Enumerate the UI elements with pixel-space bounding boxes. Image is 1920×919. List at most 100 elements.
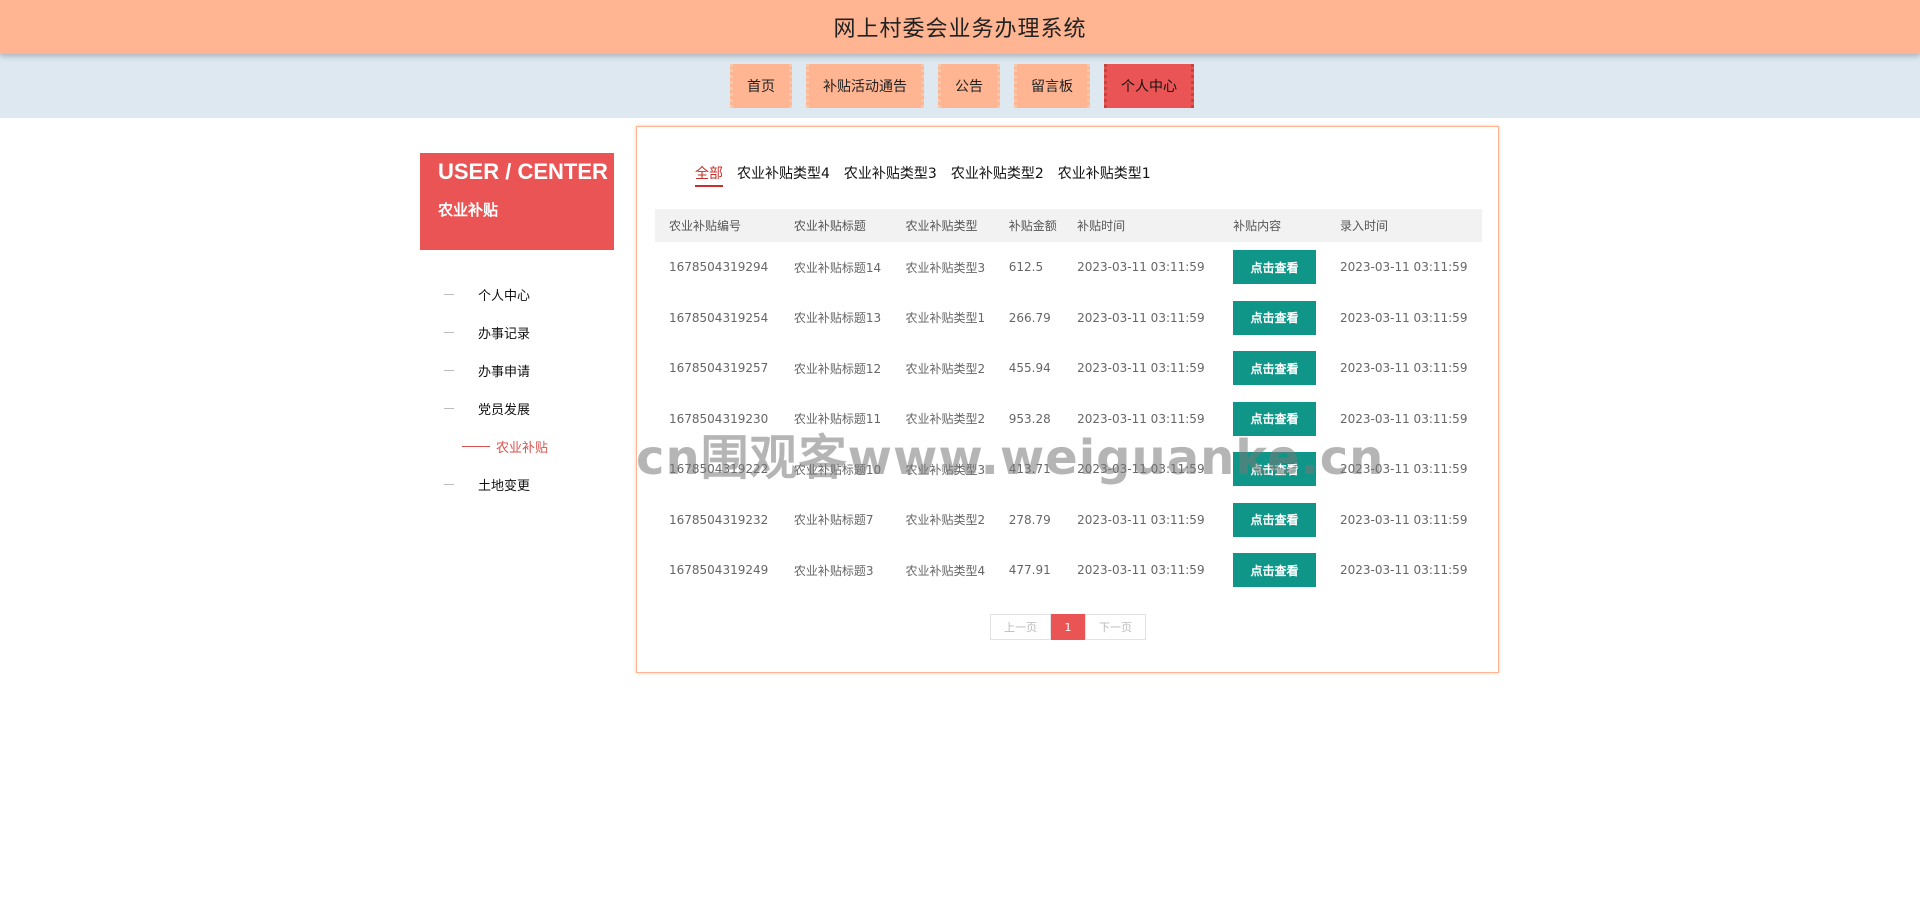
category-tabs: 全部 农业补贴类型4 农业补贴类型3 农业补贴类型2 农业补贴类型1 <box>695 163 1151 187</box>
cell-created: 2023-03-11 03:11:59 <box>1340 512 1468 527</box>
cell-amount: 953.28 <box>1008 411 1051 426</box>
table-row: 1678504319222 农业补贴标题10 农业补贴类型3 413.71 2023-0… <box>655 444 1482 495</box>
sidebar-item-0[interactable]: 个人中心 <box>420 275 614 313</box>
column-header: 农业补贴编号 <box>669 219 742 233</box>
sidebar-subitem-4[interactable]: 农业补贴 <box>420 427 614 465</box>
table-row: 1678504319294 农业补贴标题14 农业补贴类型3 612.5 2023-03… <box>655 242 1482 293</box>
nav-list: 首页 补贴活动通告 公告 留言板 个人中心 <box>730 64 1194 108</box>
cell-created: 2023-03-11 03:11:59 <box>1340 411 1468 426</box>
cell-id: 1678504319222 <box>669 462 769 477</box>
tab-0[interactable]: 全部 <box>695 163 723 187</box>
cell-id: 1678504319249 <box>669 563 769 578</box>
cell-type: 农业补贴类型2 <box>905 361 986 376</box>
cell-created: 2023-03-11 03:11:59 <box>1340 462 1468 477</box>
cell-title: 农业补贴标题13 <box>793 311 882 326</box>
table-row: 1678504319232 农业补贴标题7 农业补贴类型2 278.79 2023-03… <box>655 495 1482 546</box>
cell-type: 农业补贴类型3 <box>905 462 986 477</box>
cell-time: 2023-03-11 03:11:59 <box>1077 563 1205 578</box>
cell-type: 农业补贴类型2 <box>905 412 986 427</box>
cell-id: 1678504319232 <box>669 512 769 527</box>
sidebar-menu: 个人中心办事记录办事申请党员发展农业补贴土地变更 <box>420 275 614 503</box>
tab-4[interactable]: 农业补贴类型1 <box>1058 163 1151 187</box>
sidebar-item-label: 办事记录 <box>478 326 531 342</box>
dash-icon <box>444 407 454 409</box>
cell-amount: 278.79 <box>1008 512 1051 527</box>
sub-dash-icon <box>462 445 490 447</box>
sidebar-item-label: 农业补贴 <box>496 440 549 456</box>
view-details-button[interactable]: 点击查看 <box>1233 250 1317 285</box>
table-row: 1678504319249 农业补贴标题3 农业补贴类型4 477.91 2023-03… <box>655 545 1482 596</box>
nav-item-0[interactable]: 首页 <box>730 64 792 108</box>
cell-id: 1678504319230 <box>669 411 769 426</box>
table-row: 1678504319254 农业补贴标题13 农业补贴类型1 266.79 2023-0… <box>655 293 1482 344</box>
view-details-button[interactable]: 点击查看 <box>1233 401 1317 436</box>
table-row: 1678504319230 农业补贴标题11 农业补贴类型2 953.28 2023-0… <box>655 394 1482 445</box>
cell-time: 2023-03-11 03:11:59 <box>1077 462 1205 477</box>
dash-icon <box>444 293 454 295</box>
sidebar-item-1[interactable]: 办事记录 <box>420 313 614 351</box>
view-details-button[interactable]: 点击查看 <box>1233 452 1317 487</box>
prev-page-button[interactable]: 上一页 <box>990 614 1051 640</box>
cell-amount: 413.71 <box>1008 462 1051 477</box>
sidebar-item-label: 个人中心 <box>478 288 531 304</box>
sidebar-item-3[interactable]: 党员发展 <box>420 389 614 427</box>
tab-1[interactable]: 农业补贴类型4 <box>737 163 830 187</box>
cell-content: 点击查看 <box>1219 444 1326 495</box>
view-details-button[interactable]: 点击查看 <box>1233 300 1317 335</box>
cell-content: 点击查看 <box>1219 242 1326 293</box>
cell-created: 2023-03-11 03:11:59 <box>1340 361 1468 376</box>
cell-title: 农业补贴标题10 <box>793 462 882 477</box>
cell-time: 2023-03-11 03:11:59 <box>1077 260 1205 275</box>
cell-amount: 266.79 <box>1008 310 1051 325</box>
cell-time: 2023-03-11 03:11:59 <box>1077 411 1205 426</box>
cell-content: 点击查看 <box>1219 495 1326 546</box>
nav-item-2[interactable]: 公告 <box>938 64 1000 108</box>
cell-content: 点击查看 <box>1219 293 1326 344</box>
cell-id: 1678504319254 <box>669 310 769 325</box>
sidebar-item-5[interactable]: 土地变更 <box>420 465 614 503</box>
subsidy-table: 农业补贴编号 农业补贴标题 农业补贴类型 补贴金额 补贴时间 补贴内容 录入时间 16785… <box>655 209 1482 596</box>
tab-3[interactable]: 农业补贴类型2 <box>951 163 1044 187</box>
dash-icon <box>444 483 454 485</box>
cell-content: 点击查看 <box>1219 394 1326 445</box>
dash-icon <box>444 331 454 333</box>
cell-type: 农业补贴类型1 <box>905 311 986 326</box>
pagination: 上一页 1 下一页 <box>990 614 1146 640</box>
table-header-row: 农业补贴编号 农业补贴标题 农业补贴类型 补贴金额 补贴时间 补贴内容 录入时间 <box>655 209 1482 242</box>
sidebar-item-2[interactable]: 办事申请 <box>420 351 614 389</box>
view-details-button[interactable]: 点击查看 <box>1233 553 1317 588</box>
nav-item-3[interactable]: 留言板 <box>1014 64 1090 108</box>
cell-amount: 477.91 <box>1008 563 1051 578</box>
cell-amount: 455.94 <box>1008 361 1051 376</box>
column-header: 录入时间 <box>1340 219 1389 233</box>
cell-created: 2023-03-11 03:11:59 <box>1340 310 1468 325</box>
main-nav: 首页 补贴活动通告 公告 留言板 个人中心 <box>0 54 1920 118</box>
cell-created: 2023-03-11 03:11:59 <box>1340 260 1468 275</box>
sidebar-heading-cn: 农业补贴 <box>438 201 499 219</box>
nav-item-1[interactable]: 补贴活动通告 <box>806 64 924 108</box>
cell-amount: 612.5 <box>1008 260 1044 275</box>
top-header: 网上村委会业务办理系统 <box>0 0 1920 54</box>
next-page-button[interactable]: 下一页 <box>1085 614 1146 640</box>
page-number-button[interactable]: 1 <box>1051 614 1085 640</box>
table-body: 1678504319294 农业补贴标题14 农业补贴类型3 612.5 2023-03… <box>655 242 1482 596</box>
tab-2[interactable]: 农业补贴类型3 <box>844 163 937 187</box>
cell-type: 农业补贴类型3 <box>905 260 986 275</box>
column-header: 农业补贴标题 <box>793 219 866 233</box>
view-details-button[interactable]: 点击查看 <box>1233 502 1317 537</box>
cell-time: 2023-03-11 03:11:59 <box>1077 512 1205 527</box>
table-row: 1678504319257 农业补贴标题12 农业补贴类型2 455.94 2023-0… <box>655 343 1482 394</box>
cell-content: 点击查看 <box>1219 545 1326 596</box>
cell-title: 农业补贴标题3 <box>793 563 874 578</box>
cell-title: 农业补贴标题12 <box>793 361 882 376</box>
view-details-button[interactable]: 点击查看 <box>1233 351 1317 386</box>
cell-id: 1678504319257 <box>669 361 769 376</box>
cell-time: 2023-03-11 03:11:59 <box>1077 310 1205 325</box>
column-header: 农业补贴类型 <box>905 219 978 233</box>
cell-type: 农业补贴类型2 <box>905 513 986 528</box>
dash-icon <box>444 369 454 371</box>
cell-title: 农业补贴标题11 <box>793 412 882 427</box>
column-header: 补贴内容 <box>1233 219 1282 233</box>
sidebar-item-label: 办事申请 <box>478 364 531 380</box>
nav-item-4[interactable]: 个人中心 <box>1104 64 1194 108</box>
